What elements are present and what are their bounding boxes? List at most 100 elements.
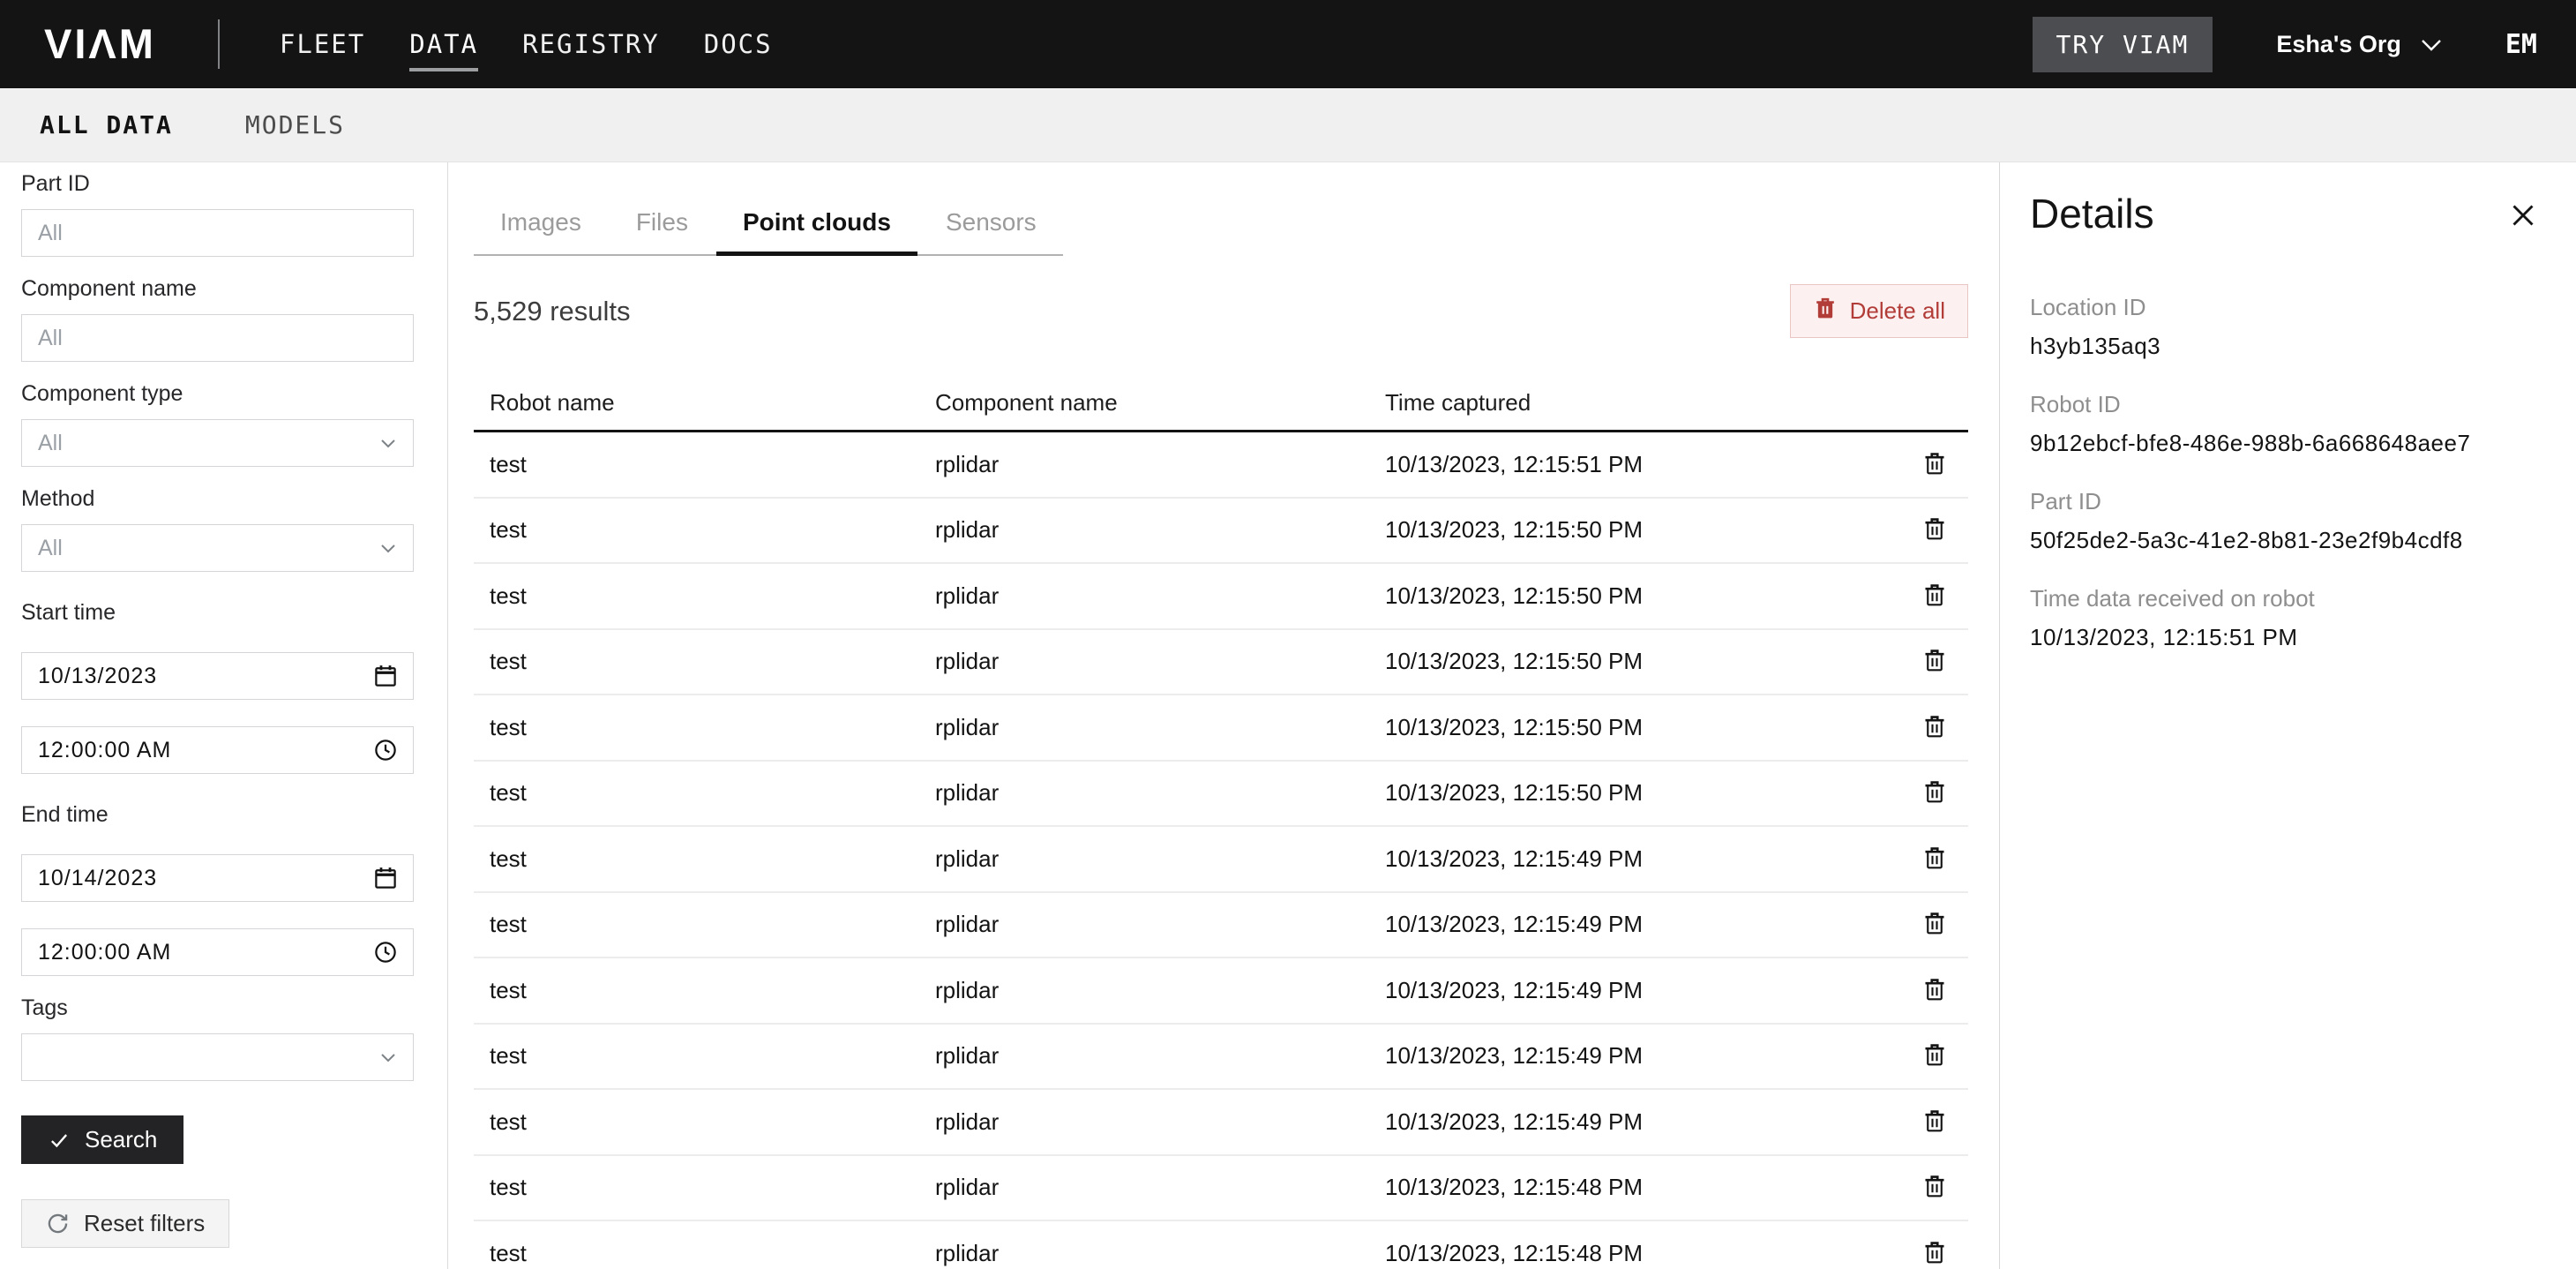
- delete-row-button[interactable]: [1918, 841, 1951, 877]
- tab-images[interactable]: Images: [500, 208, 581, 254]
- component-type-label: Component type: [21, 381, 414, 407]
- cell-time-captured: 10/13/2023, 12:15:49 PM: [1369, 1108, 1901, 1136]
- trash-icon: [1921, 515, 1948, 544]
- delete-row-button[interactable]: [1918, 1038, 1951, 1074]
- delete-row-button[interactable]: [1918, 447, 1951, 483]
- cell-robot-name: test: [474, 648, 919, 675]
- cell-time-captured: 10/13/2023, 12:15:50 PM: [1369, 714, 1901, 741]
- tab-files[interactable]: Files: [636, 208, 688, 254]
- cell-robot-name: test: [474, 1174, 919, 1201]
- cell-time-captured: 10/13/2023, 12:15:49 PM: [1369, 845, 1901, 873]
- table-row[interactable]: test rplidar 10/13/2023, 12:15:49 PM: [474, 1090, 1968, 1156]
- org-switcher[interactable]: Esha's Org: [2276, 31, 2441, 58]
- component-name-label: Component name: [21, 276, 414, 302]
- chevron-down-icon: [378, 537, 399, 559]
- filter-component-name: Component name: [21, 276, 414, 362]
- trash-icon: [1921, 845, 1948, 874]
- cell-time-captured: 10/13/2023, 12:15:48 PM: [1369, 1240, 1901, 1267]
- component-name-input[interactable]: [21, 314, 414, 362]
- cell-time-captured: 10/13/2023, 12:15:50 PM: [1369, 516, 1901, 544]
- delete-row-button[interactable]: [1918, 1104, 1951, 1140]
- table-row[interactable]: test rplidar 10/13/2023, 12:15:50 PM: [474, 499, 1968, 565]
- nav-item-registry[interactable]: REGISTRY: [522, 0, 660, 88]
- method-select[interactable]: All: [21, 524, 414, 572]
- results-count: 5,529 results: [474, 296, 631, 327]
- cell-robot-name: test: [474, 845, 919, 873]
- tab-sensors[interactable]: Sensors: [946, 208, 1037, 254]
- results-table: Robot name Component name Time captured …: [474, 338, 1968, 1269]
- table-row[interactable]: test rplidar 10/13/2023, 12:15:51 PM: [474, 432, 1968, 499]
- delete-row-button[interactable]: [1918, 1235, 1951, 1269]
- results-header: 5,529 results Delete all: [474, 284, 1968, 338]
- table-row[interactable]: test rplidar 10/13/2023, 12:15:49 PM: [474, 958, 1968, 1025]
- table-row[interactable]: test rplidar 10/13/2023, 12:15:50 PM: [474, 630, 1968, 696]
- trash-icon: [1921, 1041, 1948, 1070]
- clock-icon[interactable]: [372, 737, 399, 763]
- tab-all-data[interactable]: ALL DATA: [40, 110, 173, 139]
- delete-row-button[interactable]: [1918, 972, 1951, 1009]
- table-row[interactable]: test rplidar 10/13/2023, 12:15:49 PM: [474, 827, 1968, 893]
- nav-right-group: TRY VIAM Esha's Org EM: [2033, 17, 2537, 72]
- method-label: Method: [21, 486, 414, 512]
- delete-row-button[interactable]: [1918, 643, 1951, 680]
- search-button[interactable]: Search: [21, 1115, 183, 1164]
- delete-row-button[interactable]: [1918, 578, 1951, 614]
- start-date-input[interactable]: 10/13/2023: [21, 652, 414, 700]
- nav-item-docs[interactable]: DOCS: [704, 0, 773, 88]
- reset-filters-button[interactable]: Reset filters: [21, 1199, 229, 1248]
- close-details-button[interactable]: [2505, 198, 2541, 236]
- delete-all-button[interactable]: Delete all: [1790, 284, 1968, 338]
- tags-select[interactable]: [21, 1033, 414, 1081]
- details-fields: Location ID h3yb135aq3 Robot ID 9b12ebcf…: [2030, 293, 2541, 651]
- table-row[interactable]: test rplidar 10/13/2023, 12:15:50 PM: [474, 695, 1968, 762]
- cell-component-name: rplidar: [919, 1108, 1369, 1136]
- delete-row-button[interactable]: [1918, 775, 1951, 811]
- calendar-icon[interactable]: [372, 663, 399, 689]
- delete-row-button[interactable]: [1918, 512, 1951, 548]
- cell-robot-name: test: [474, 1240, 919, 1267]
- end-date-input[interactable]: 10/14/2023: [21, 854, 414, 902]
- table-body: test rplidar 10/13/2023, 12:15:51 PM: [474, 432, 1968, 1269]
- calendar-icon[interactable]: [372, 865, 399, 891]
- user-avatar[interactable]: EM: [2505, 29, 2537, 60]
- table-row[interactable]: test rplidar 10/13/2023, 12:15:49 PM: [474, 1025, 1968, 1091]
- viam-logo[interactable]: VIΛM: [44, 0, 156, 88]
- nav-item-fleet[interactable]: FLEET: [280, 0, 365, 88]
- table-row[interactable]: test rplidar 10/13/2023, 12:15:49 PM: [474, 893, 1968, 959]
- delete-row-button[interactable]: [1918, 1169, 1951, 1205]
- table-row[interactable]: test rplidar 10/13/2023, 12:15:50 PM: [474, 564, 1968, 630]
- end-time-input[interactable]: 12:00:00 AM: [21, 928, 414, 976]
- component-type-select[interactable]: All: [21, 419, 414, 467]
- clock-icon[interactable]: [372, 939, 399, 965]
- cell-component-name: rplidar: [919, 1240, 1369, 1267]
- cell-robot-name: test: [474, 582, 919, 610]
- cell-component-name: rplidar: [919, 516, 1369, 544]
- cell-component-name: rplidar: [919, 1174, 1369, 1201]
- cell-time-captured: 10/13/2023, 12:15:49 PM: [1369, 1042, 1901, 1070]
- table-row[interactable]: test rplidar 10/13/2023, 12:15:50 PM: [474, 762, 1968, 828]
- filter-end-time: End time 10/14/2023 12:00:00 AM: [21, 802, 414, 976]
- tags-label: Tags: [21, 995, 414, 1021]
- delete-row-button[interactable]: [1918, 906, 1951, 942]
- cell-component-name: rplidar: [919, 582, 1369, 610]
- delete-row-button[interactable]: [1918, 710, 1951, 746]
- column-robot-name: Robot name: [474, 389, 919, 430]
- part-id-input[interactable]: [21, 209, 414, 257]
- cell-robot-name: test: [474, 977, 919, 1004]
- chevron-down-icon: [378, 432, 399, 454]
- tab-models[interactable]: MODELS: [245, 110, 345, 139]
- org-name: Esha's Org: [2276, 31, 2400, 58]
- cell-robot-name: test: [474, 779, 919, 807]
- nav-item-data[interactable]: DATA: [409, 0, 478, 88]
- table-row[interactable]: test rplidar 10/13/2023, 12:15:48 PM: [474, 1156, 1968, 1222]
- main-menu: FLEET DATA REGISTRY DOCS: [280, 0, 773, 88]
- start-time-input[interactable]: 12:00:00 AM: [21, 726, 414, 774]
- check-icon: [48, 1129, 71, 1152]
- cell-component-name: rplidar: [919, 977, 1369, 1004]
- try-viam-button[interactable]: TRY VIAM: [2033, 17, 2213, 72]
- field-location-id: Location ID h3yb135aq3: [2030, 293, 2541, 360]
- table-row[interactable]: test rplidar 10/13/2023, 12:15:48 PM: [474, 1221, 1968, 1269]
- field-part-id: Part ID 50f25de2-5a3c-41e2-8b81-23e2f9b4…: [2030, 487, 2541, 554]
- tab-point-clouds[interactable]: Point clouds: [743, 208, 891, 254]
- close-icon: [2507, 199, 2539, 234]
